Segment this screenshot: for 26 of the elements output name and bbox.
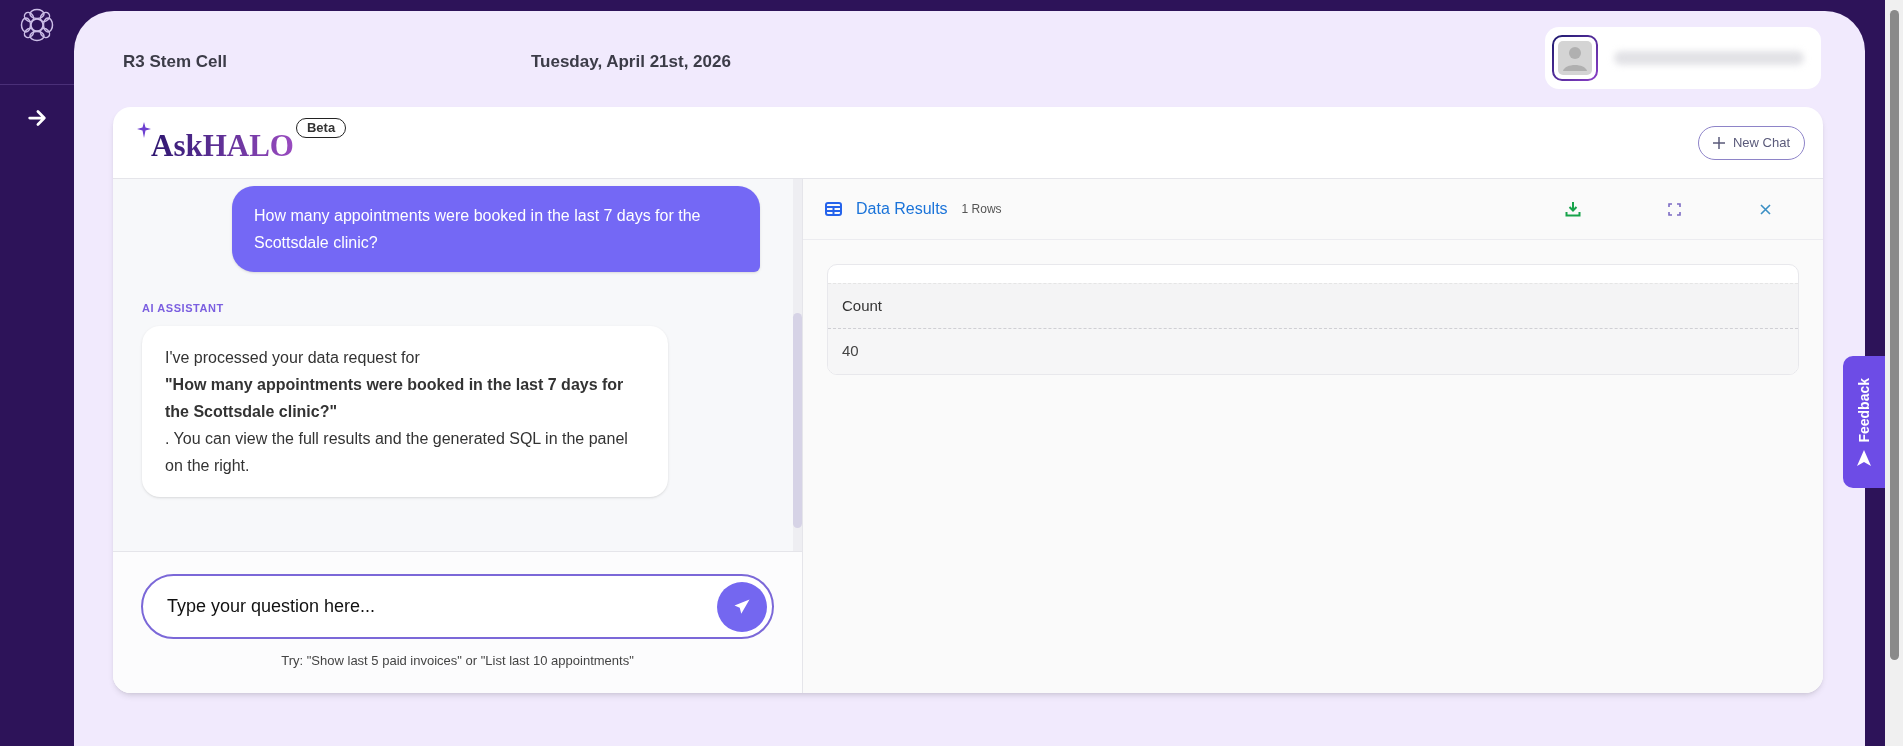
download-icon <box>1565 201 1581 217</box>
hint-text: Try: "Show last 5 paid invoices" or "List last 10 appointments" <box>281 652 634 670</box>
user-card[interactable] <box>1545 27 1821 89</box>
expand-icon <box>1667 202 1681 216</box>
panel-title: Data Results <box>856 199 948 219</box>
org-name: R3 Stem Cell <box>123 51 227 73</box>
question-input[interactable]: Type your question here... <box>141 574 774 639</box>
sender-label: AI ASSISTANT <box>142 301 224 316</box>
row-count: 1 Rows <box>961 201 1002 218</box>
scrollbar[interactable] <box>793 179 802 551</box>
table-cell-text: 40 <box>841 341 860 362</box>
plus-icon <box>1712 136 1725 149</box>
assistant-message: I've processed your data request for "How many appointments were booked in the last 7 days for the Scottsdale clinic?" . You can view the full results and the generated SQL in the panel on the right. <box>142 325 668 497</box>
column-header: Count <box>841 295 884 316</box>
arrow-right-icon[interactable] <box>26 107 48 129</box>
table-icon <box>825 202 842 216</box>
page-scrollbar[interactable] <box>1885 0 1903 746</box>
sparkle-icon <box>137 121 151 138</box>
close-icon <box>1759 203 1771 215</box>
date-text: Tuesday, April 21st, 2026 <box>530 51 731 73</box>
logo-icon[interactable] <box>20 8 54 42</box>
send-button[interactable] <box>717 581 767 632</box>
question-text: Type your question here... <box>167 593 717 620</box>
avatar-icon <box>1552 35 1598 81</box>
user-message: How many appointments were booked in the last 7 days for the Scottsdale clinic? <box>232 186 760 272</box>
feedback-tab[interactable]: Feedback <box>1843 356 1885 488</box>
